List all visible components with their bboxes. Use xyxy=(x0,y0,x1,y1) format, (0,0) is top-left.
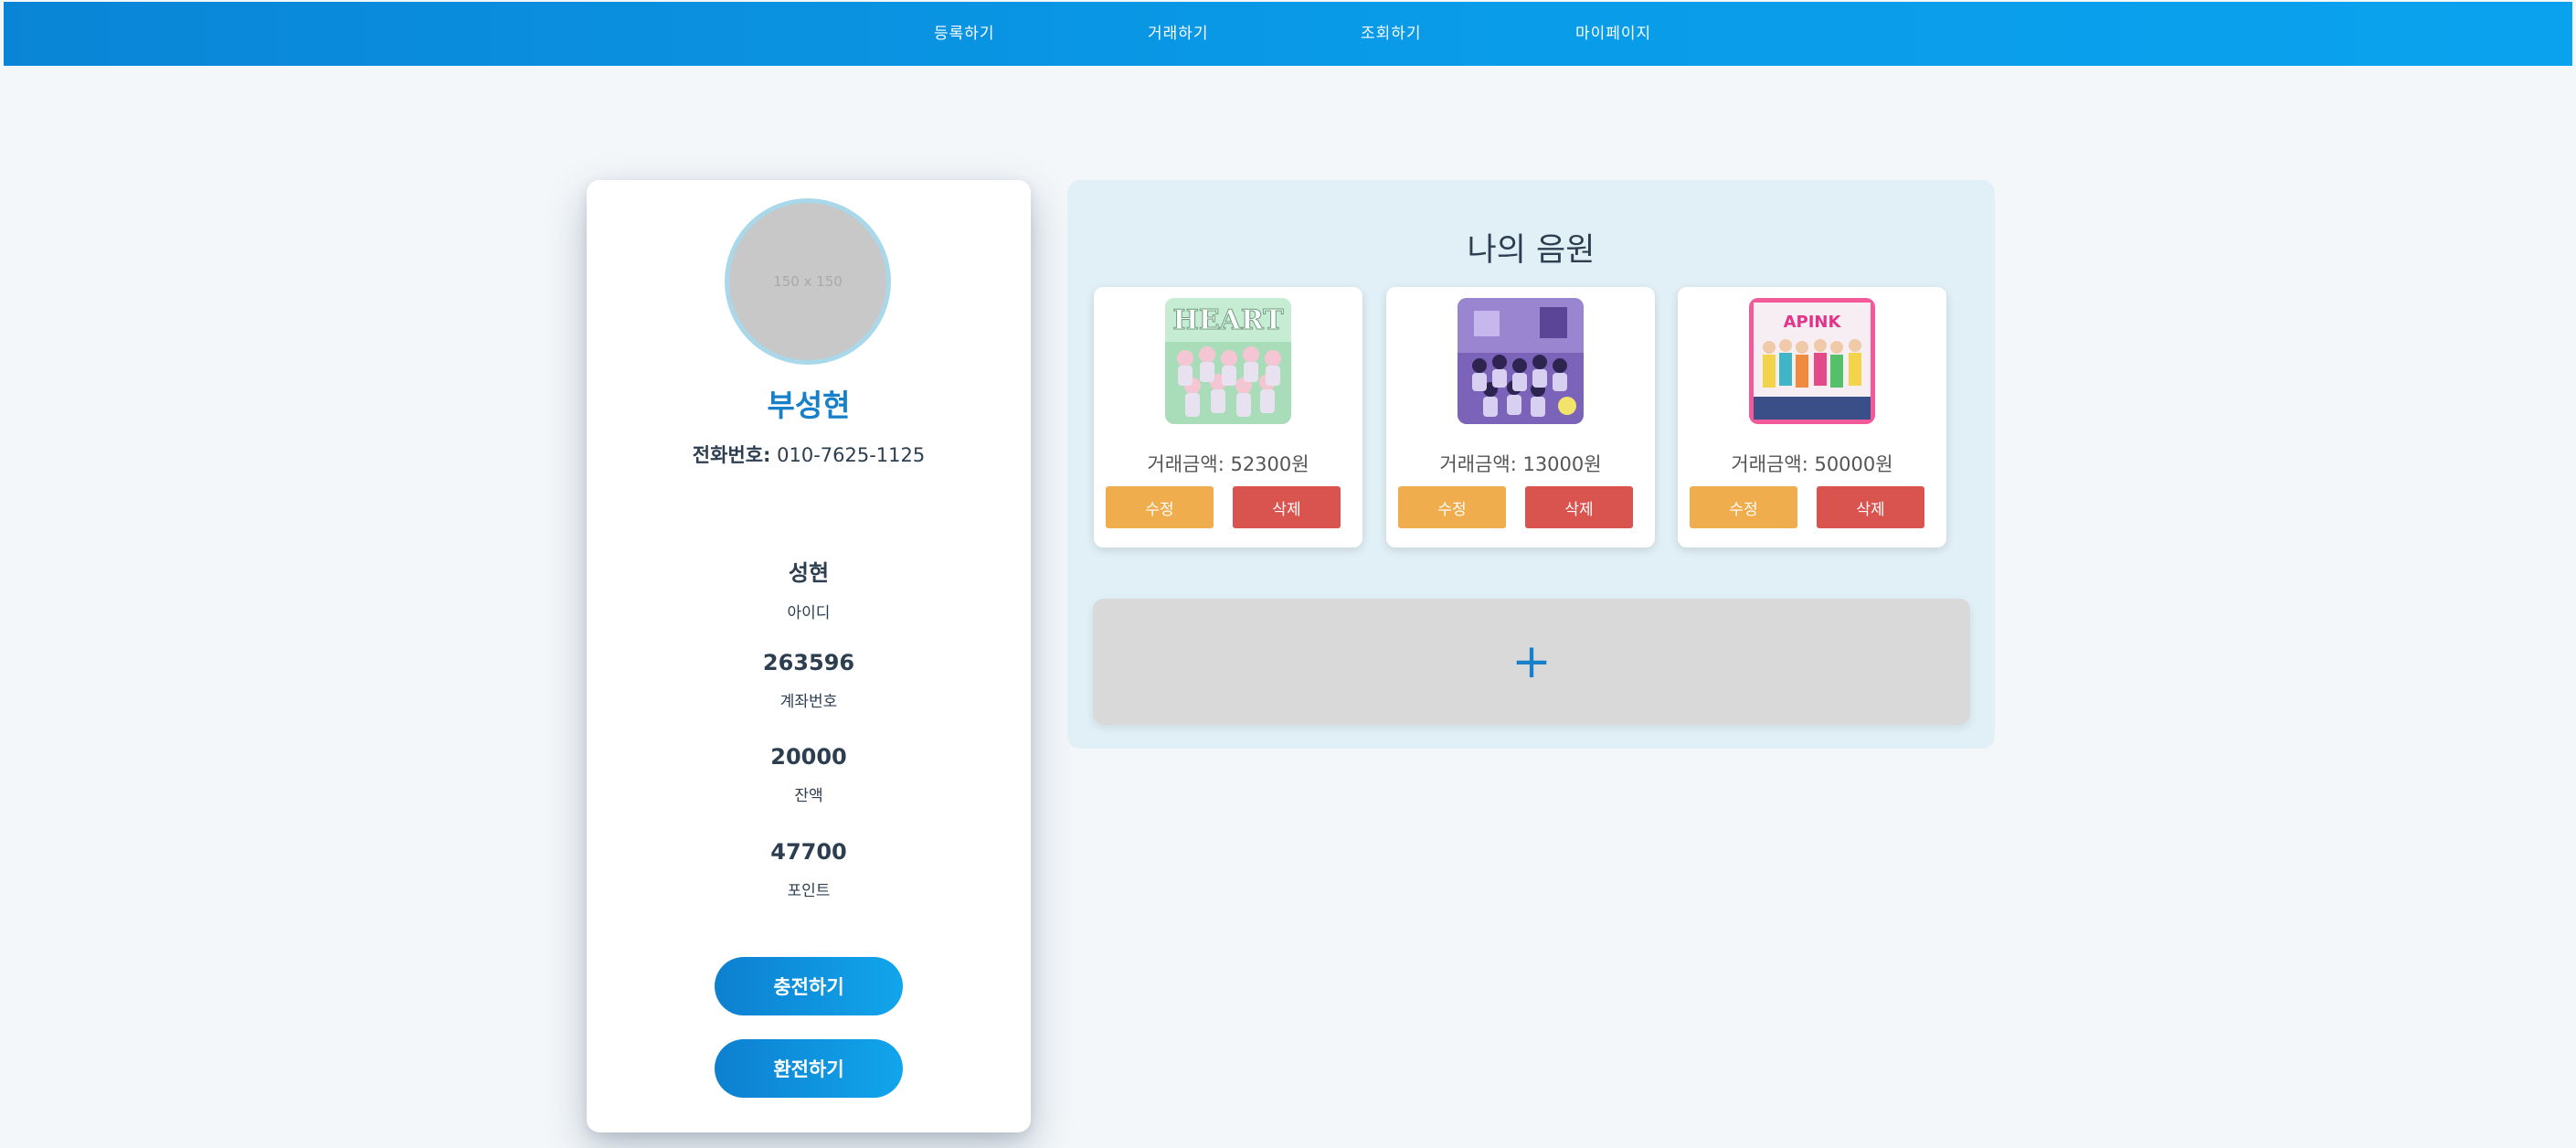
avatar-placeholder-text: 150 x 150 xyxy=(773,273,843,290)
stat-caption: 아이디 xyxy=(787,604,831,622)
song-card: HEART 거래금액: 52300원 수정 삭제 xyxy=(1094,287,1362,547)
svg-text:HEART: HEART xyxy=(1172,304,1284,336)
add-music-button[interactable]: + xyxy=(1093,599,1970,725)
trade-price: 거래금액: 50000원 xyxy=(1731,453,1893,475)
trade-price: 거래금액: 52300원 xyxy=(1147,453,1309,475)
exchange-button[interactable]: 환전하기 xyxy=(715,1039,903,1098)
edit-button[interactable]: 수정 xyxy=(1690,486,1797,528)
stat-caption: 잔액 xyxy=(794,787,823,805)
plus-icon: + xyxy=(1511,634,1552,689)
profile-name: 부성현 xyxy=(767,388,851,423)
delete-button[interactable]: 삭제 xyxy=(1525,486,1633,528)
album-cover-image: HEART xyxy=(1165,298,1291,424)
album-cover-image: APINK xyxy=(1749,298,1875,424)
phone-label: 전화번호: xyxy=(692,444,771,466)
profile-card: 150 x 150 부성현 전화번호: 010-7625-1125 성현 아이디… xyxy=(587,180,1031,1132)
nav-mypage[interactable]: 마이페이지 xyxy=(1575,2,1651,66)
stat-value: 47700 xyxy=(770,839,847,865)
stat-caption: 포인트 xyxy=(787,882,831,900)
top-nav-bar: 등록하기 거래하기 조회하기 마이페이지 xyxy=(4,2,2572,66)
stat-caption: 계좌번호 xyxy=(779,693,838,711)
svg-text:APINK: APINK xyxy=(1784,313,1842,332)
delete-button[interactable]: 삭제 xyxy=(1817,486,1924,528)
my-music-panel: 나의 음원 HEART 거래금액: 52300원 수정 삭제 거래금액: 130… xyxy=(1067,180,1995,749)
avatar: 150 x 150 xyxy=(725,198,891,365)
nav-search[interactable]: 조회하기 xyxy=(1361,2,1422,66)
stat-balance: 20000 잔액 xyxy=(587,744,1031,805)
phone-row: 전화번호: 010-7625-1125 xyxy=(587,441,1031,468)
edit-button[interactable]: 수정 xyxy=(1106,486,1214,528)
stat-points: 47700 포인트 xyxy=(587,839,1031,900)
charge-button[interactable]: 충전하기 xyxy=(715,957,903,1015)
phone-value: 010-7625-1125 xyxy=(777,444,926,466)
stat-value: 성현 xyxy=(788,560,830,586)
panel-title: 나의 음원 xyxy=(1467,232,1595,269)
nav-trade[interactable]: 거래하기 xyxy=(1148,2,1209,66)
stat-account-number: 263596 계좌번호 xyxy=(587,650,1031,711)
delete-button[interactable]: 삭제 xyxy=(1233,486,1341,528)
trade-price: 거래금액: 13000원 xyxy=(1439,453,1602,475)
nav-register[interactable]: 등록하기 xyxy=(934,2,995,66)
song-card: APINK 거래금액: 50000원 수정 삭제 xyxy=(1678,287,1946,547)
album-cover-image xyxy=(1458,298,1584,424)
stat-user-id: 성현 아이디 xyxy=(587,555,1031,622)
song-card: 거래금액: 13000원 수정 삭제 xyxy=(1386,287,1655,547)
stat-value: 263596 xyxy=(762,650,855,675)
stat-value: 20000 xyxy=(770,744,847,770)
edit-button[interactable]: 수정 xyxy=(1398,486,1506,528)
